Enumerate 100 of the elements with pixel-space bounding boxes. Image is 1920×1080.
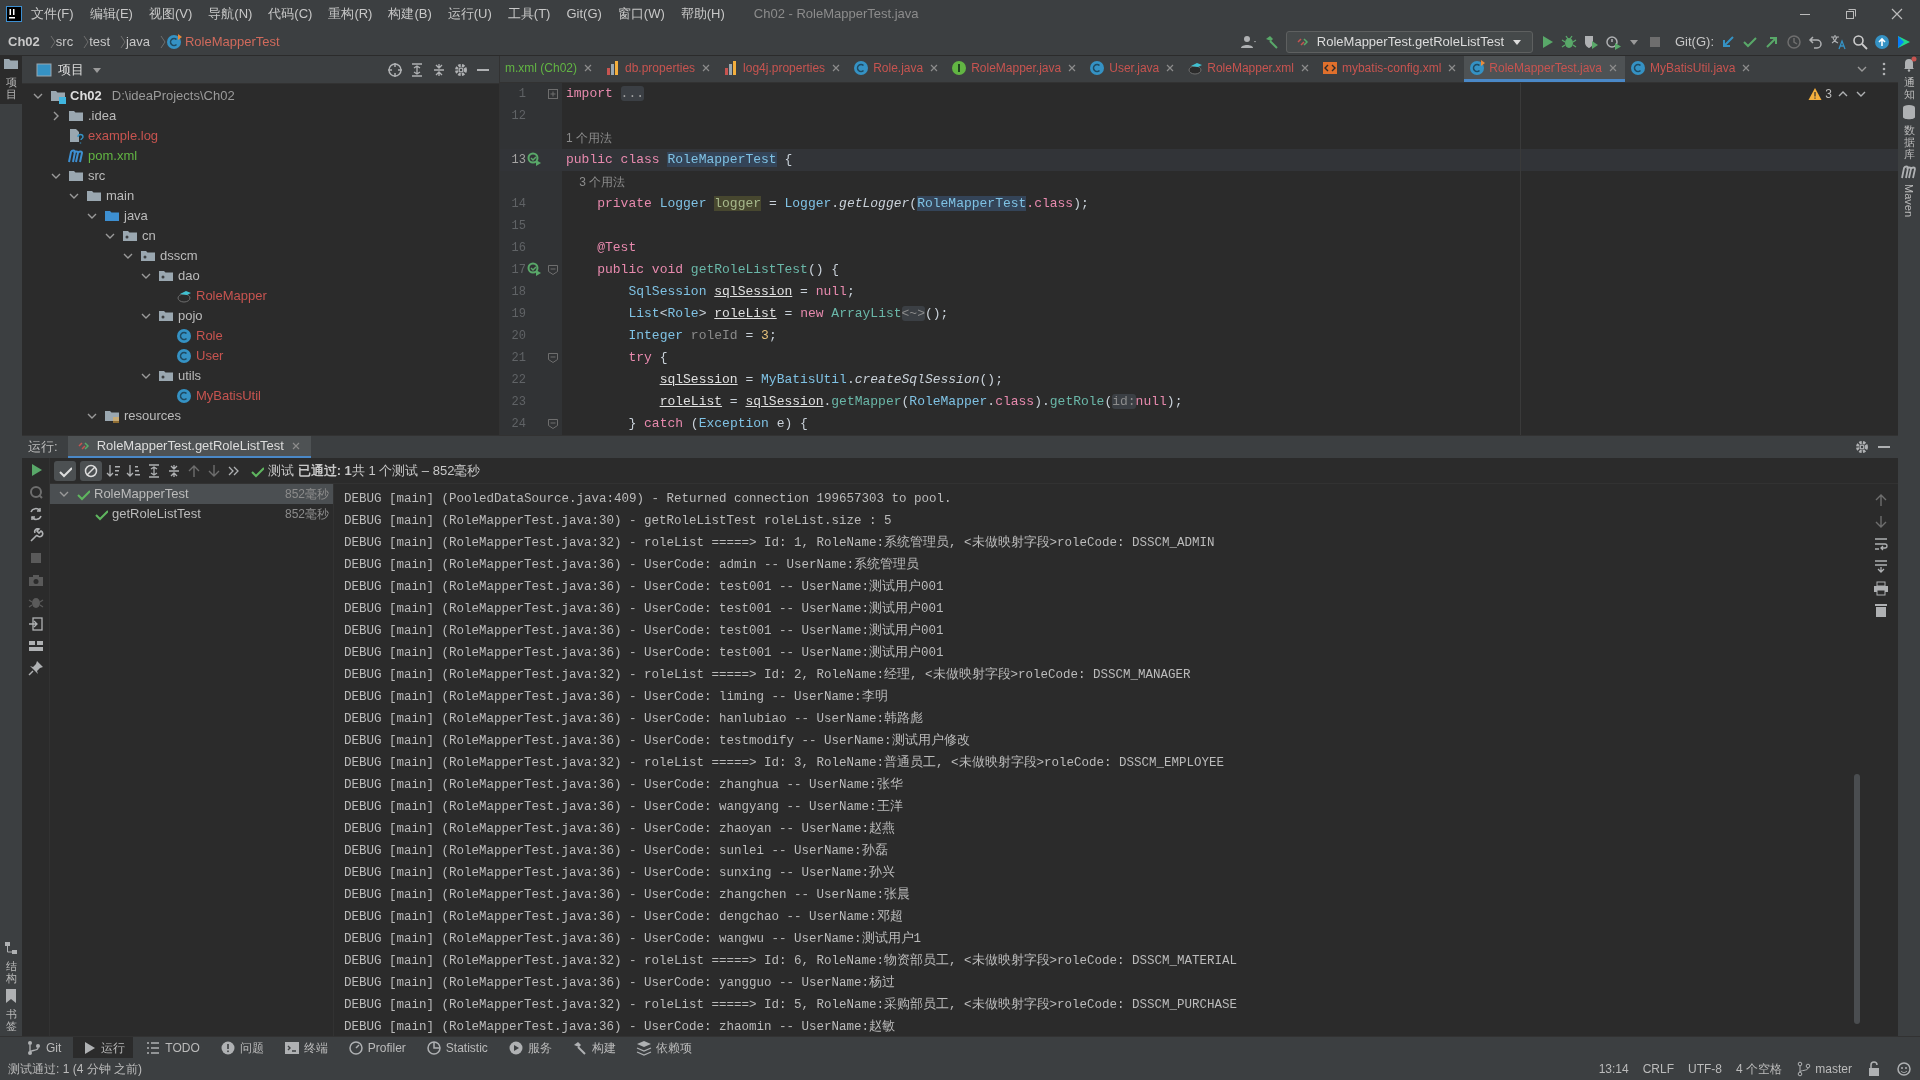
usage-hint[interactable]: 1 个用法 — [562, 129, 612, 147]
undo-icon[interactable] — [1808, 33, 1824, 50]
tool-window-button[interactable]: Profiler — [339, 1036, 414, 1059]
tree-item[interactable]: src — [22, 166, 499, 186]
menu-item[interactable]: 运行(U) — [440, 2, 499, 26]
search-icon[interactable] — [1852, 33, 1868, 50]
tree-item[interactable]: java — [22, 206, 499, 226]
show-passed-toggle[interactable] — [54, 460, 76, 481]
layout-icon[interactable] — [27, 638, 44, 654]
tree-item[interactable]: resources — [22, 406, 499, 426]
tool-window-button[interactable]: 问题 — [211, 1036, 272, 1059]
tree-item[interactable]: pojo — [22, 306, 499, 326]
tool-window-button[interactable]: Statistic — [417, 1036, 496, 1059]
test-item[interactable]: getRoleListTest 852毫秒 — [50, 504, 333, 524]
test-item[interactable]: RoleMapperTest 852毫秒 — [50, 484, 333, 504]
face-icon[interactable] — [1896, 1061, 1912, 1077]
editor-tab[interactable]: m.xml (Ch02) — [500, 56, 600, 82]
tree-item[interactable]: Role — [22, 326, 499, 346]
tree-item[interactable]: main — [22, 186, 499, 206]
up-arrow-icon[interactable] — [1873, 492, 1889, 508]
sort-icon[interactable] — [106, 462, 122, 479]
breadcrumb-item[interactable]: src — [55, 31, 80, 52]
menu-item[interactable]: 帮助(H) — [673, 2, 732, 26]
side-tool-tab[interactable]: 数据库 — [1898, 104, 1920, 165]
update-icon[interactable] — [1874, 33, 1890, 50]
warning-count[interactable]: 3 — [1808, 85, 1832, 103]
import-icon[interactable] — [27, 616, 44, 632]
side-tool-tab[interactable]: 通知 — [1898, 72, 1920, 105]
toolbox-logo-icon[interactable] — [1896, 33, 1912, 50]
menu-item[interactable]: 编辑(E) — [82, 2, 140, 26]
lock-icon[interactable] — [1866, 1061, 1882, 1077]
coverage-icon[interactable] — [1583, 33, 1599, 50]
menu-item[interactable]: 视图(V) — [141, 2, 200, 26]
fold-icon[interactable] — [547, 418, 559, 430]
menu-item[interactable]: 构建(B) — [381, 2, 439, 26]
status-message[interactable]: 测试通过: 1 (4 分钟 之前) — [8, 1060, 142, 1078]
tool-window-button[interactable]: 终端 — [275, 1036, 336, 1059]
collapse-all-icon[interactable] — [431, 61, 447, 78]
tree-item[interactable]: User — [22, 346, 499, 366]
expand-all-icon[interactable] — [146, 462, 162, 479]
toggle-auto-test-icon[interactable] — [27, 506, 44, 522]
debug-icon[interactable] — [1561, 33, 1577, 50]
breadcrumb-item[interactable]: java — [126, 31, 156, 52]
breadcrumb-item[interactable]: Ch02 — [8, 31, 46, 52]
down-arrow-icon[interactable] — [206, 462, 222, 479]
tree-item[interactable]: utils — [22, 366, 499, 386]
menu-item[interactable]: 窗口(W) — [610, 2, 672, 26]
app-logo-icon[interactable] — [6, 6, 22, 22]
expand-all-icon[interactable] — [409, 61, 425, 78]
sort-icon[interactable] — [126, 462, 142, 479]
run-test-icon[interactable] — [527, 262, 543, 278]
git-branch[interactable]: master — [1796, 1060, 1852, 1078]
side-tool-tab[interactable]: 结构 — [0, 939, 22, 988]
run-tab[interactable]: RoleMapperTest.getRoleListTest — [67, 436, 311, 458]
down-arrow-icon[interactable] — [1873, 514, 1889, 530]
tool-window-button[interactable]: TODO — [137, 1036, 208, 1059]
tool-window-button[interactable]: 依赖项 — [627, 1036, 700, 1059]
fold-icon[interactable] — [547, 264, 559, 276]
scroll-to-end-icon[interactable] — [1873, 558, 1889, 574]
status-item[interactable]: CRLF — [1642, 1060, 1675, 1078]
fold-icon[interactable] — [547, 352, 559, 364]
collapse-all-icon[interactable] — [166, 462, 182, 479]
status-item[interactable]: 4 个空格 — [1736, 1060, 1783, 1078]
usage-hint[interactable]: 3 个用法 — [562, 173, 626, 191]
tool-window-button[interactable]: Git — [18, 1036, 70, 1059]
side-tool-tab[interactable]: 项目 — [0, 56, 22, 105]
menu-item[interactable]: 工具(T) — [500, 2, 558, 26]
soft-wrap-icon[interactable] — [1873, 536, 1889, 552]
side-tool-tab[interactable]: Maven — [1898, 164, 1920, 222]
tree-item[interactable]: RoleMapper — [22, 286, 499, 306]
menu-item[interactable]: 文件(F) — [24, 2, 81, 26]
tree-item[interactable]: .idea — [22, 106, 499, 126]
settings-icon[interactable] — [453, 61, 469, 78]
side-tool-tab[interactable]: 书签 — [0, 987, 22, 1036]
pin-icon[interactable] — [27, 660, 44, 676]
scrollbar[interactable] — [1854, 774, 1860, 1024]
tree-item[interactable]: dao — [22, 266, 499, 286]
tree-item[interactable]: MyBatisUtil — [22, 386, 499, 406]
fold-icon[interactable] — [547, 88, 559, 100]
settings-icon[interactable] — [1853, 439, 1870, 455]
breadcrumb-item[interactable]: test — [89, 31, 117, 52]
tree-item[interactable]: dsscm — [22, 246, 499, 266]
tool-window-button[interactable]: 构建 — [563, 1036, 624, 1059]
trash-icon[interactable] — [1873, 602, 1889, 618]
menu-item[interactable]: 重构(R) — [321, 2, 380, 26]
tree-item[interactable]: example.log — [22, 126, 499, 146]
run-configuration-dropdown[interactable]: RoleMapperTest.getRoleListTest — [1285, 30, 1533, 53]
rerun-failed-icon[interactable] — [27, 484, 44, 500]
tree-item[interactable]: cn — [22, 226, 499, 246]
tree-item[interactable]: pom.xml — [22, 146, 499, 166]
update-arrow-icon[interactable] — [1720, 33, 1736, 50]
locate-icon[interactable] — [387, 61, 403, 78]
tool-window-button[interactable]: 服务 — [499, 1036, 560, 1059]
run-test-icon[interactable] — [527, 152, 543, 168]
tree-item[interactable]: Ch02 D:\ideaProjects\Ch02 — [22, 86, 499, 106]
menu-item[interactable]: 导航(N) — [201, 2, 260, 26]
menu-item[interactable]: Git(G) — [559, 2, 609, 26]
status-item[interactable]: 13:14 — [1598, 1060, 1629, 1078]
menu-item[interactable]: 代码(C) — [261, 2, 320, 26]
user-icon[interactable] — [1239, 33, 1258, 50]
